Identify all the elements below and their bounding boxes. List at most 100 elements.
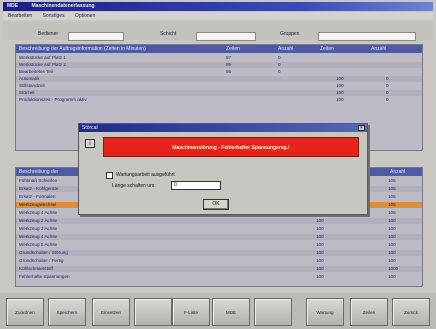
dialog-title: Störcal	[79, 124, 367, 132]
length-input[interactable]: 0	[171, 181, 221, 190]
table-row[interactable]: Bearbeitetes Teil 56 0	[16, 69, 422, 75]
table-row[interactable]: Störzeit 100 0	[16, 90, 422, 96]
table-cell: Grundschalter / Störung	[19, 250, 68, 255]
menu-item-bearbeiten[interactable]: Bearbeiten	[8, 13, 32, 19]
table-cell: 100	[316, 234, 324, 239]
table-cell: 0	[278, 55, 281, 60]
function-button-2[interactable]: Speichern	[48, 298, 86, 326]
table-cell: Grundschalter / Fertig	[19, 258, 64, 263]
table-cell: 0	[278, 62, 281, 67]
function-button-7[interactable]	[254, 298, 292, 326]
table-cell: Werkstücke auf Platz 1	[19, 55, 66, 60]
table-cell: 100	[316, 218, 324, 223]
table-row[interactable]: Werkzeug 3 Achse 100 100	[16, 226, 422, 232]
table-row[interactable]: Stillstandzeit 100 0	[16, 83, 422, 89]
table-row[interactable]: Werkzeug 5 Achse 100 100	[16, 242, 422, 248]
table-row[interactable]: Produktionszeit - Programm aktiv 100 0	[16, 97, 422, 103]
table-cell: 100	[388, 234, 396, 239]
table-row[interactable]: Automatik 100 0	[16, 76, 422, 82]
table-row[interactable]: Werkstücke auf Platz 1 97 0	[16, 55, 422, 61]
table-cell: Bearbeitetes Teil	[19, 69, 53, 74]
filter-label-gruppen: Gruppen	[280, 31, 300, 37]
table-row[interactable]: Werkzeug 2 Achse 100 100	[16, 218, 422, 224]
window-title: Maschinendatenerfassung	[31, 3, 95, 9]
table-cell: 100	[388, 250, 396, 255]
gruppen-field[interactable]	[318, 32, 416, 41]
table-cell: 100	[316, 242, 324, 247]
function-button-8[interactable]: Wartung	[306, 298, 344, 326]
table-cell: Werkstücke auf Platz 2	[19, 62, 66, 67]
function-button-3[interactable]: Einsetzen	[92, 298, 130, 326]
table-cell: 100	[316, 266, 324, 271]
function-button-5[interactable]: F-Liste	[172, 298, 210, 326]
table-cell: Automatik	[19, 76, 40, 81]
table-cell: 105	[388, 186, 396, 191]
col-description: Beschreibung der Auftragsinformation (Ze…	[19, 46, 146, 52]
table-cell: 89	[226, 62, 232, 67]
table-cell: 100	[316, 274, 324, 279]
table-cell: 0	[386, 76, 389, 81]
table-cell: 105	[388, 202, 396, 207]
function-button-1[interactable]: Zuordnen	[6, 298, 44, 326]
table-cell: 100	[316, 258, 324, 263]
table-cell: 105	[388, 178, 396, 183]
col-zeiten-2: Zeiten	[320, 46, 334, 52]
col-anzahl-1: Anzahl	[278, 46, 294, 52]
length-label: Länge schalten um:	[112, 183, 156, 189]
col-zeiten-1: Zeiten	[226, 46, 240, 52]
function-button-6[interactable]: MDE	[212, 298, 250, 326]
table-cell: 105	[388, 194, 396, 199]
function-button-4[interactable]	[134, 298, 172, 326]
table-cell: 100	[336, 83, 344, 88]
table-cell: Werkzeugwechsel	[19, 202, 57, 207]
table-cell: 100	[316, 226, 324, 231]
table-header: Beschreibung der Auftragsinformation (Ze…	[16, 45, 422, 53]
filter-label-bediener: Bediener	[38, 31, 59, 37]
table-cell: 100	[336, 97, 344, 102]
table-cell: 100	[336, 90, 344, 95]
fault-dialog: Störcal × i Maschinenstörung - Fehlerhaf…	[78, 123, 368, 215]
schicht-field[interactable]	[196, 32, 256, 41]
close-icon[interactable]: ×	[358, 125, 365, 131]
table-row[interactable]: Werkstücke auf Platz 2 89 0	[16, 62, 422, 68]
table-row[interactable]: Werkzeug 4 Achse 100 100	[16, 234, 422, 240]
ok-button[interactable]: OK	[203, 199, 229, 210]
menu-bar: Bearbeiten Sonstiges Optionen	[3, 12, 433, 20]
table-cell: 100	[388, 226, 396, 231]
function-button-10[interactable]: Zurück	[392, 298, 430, 326]
menu-item-optionen[interactable]: Optionen	[75, 13, 95, 19]
table-cell: 100	[388, 218, 396, 223]
col-description: Beschreibung der	[19, 169, 59, 175]
table-cell: 106	[388, 210, 396, 215]
table-cell: Werkzeug 5 Achse	[19, 242, 58, 247]
table-cell: 0	[386, 90, 389, 95]
table-cell: Fehlerhafte Spannungen	[19, 274, 70, 279]
table-row[interactable]: Fehlerhafte Spannungen 100 100	[16, 274, 422, 280]
table-cell: 56	[226, 69, 232, 74]
col-anzahl-2: Anzahl	[371, 46, 387, 52]
maintenance-checkbox-label: Wartungsarbeit ausgeführt	[116, 172, 175, 178]
table-cell: Ersatz - Kühlgeräte	[19, 186, 59, 191]
table-cell: 97	[226, 55, 232, 60]
table-row[interactable]: Grundschalter / Störung 100 100	[16, 250, 422, 256]
table-cell: Produktionszeit - Programm aktiv	[19, 97, 87, 102]
table-row[interactable]: Grundschalter / Fertig 100 100	[16, 258, 422, 264]
table-cell: 100	[388, 274, 396, 279]
menu-item-sonstiges[interactable]: Sonstiges	[43, 13, 65, 19]
table-cell: 100	[316, 250, 324, 255]
table-cell: Ersatz - Formalen	[19, 194, 56, 199]
bediener-field[interactable]	[68, 32, 124, 41]
table-cell: Stillstandzeit	[19, 83, 45, 88]
table-cell: 100	[336, 76, 344, 81]
function-button-9[interactable]: Zeilen	[350, 298, 388, 326]
table-cell: Kühlschmierstoff	[19, 266, 53, 271]
table-cell: 0	[386, 97, 389, 102]
table-row[interactable]: Kühlschmierstoff 100 1000	[16, 266, 422, 272]
table-cell: Werkzeug 4 Achse	[19, 234, 58, 239]
table-cell: Werkzeug 4 Achse	[19, 210, 58, 215]
app-name: MDE	[7, 3, 19, 9]
table-cell: 1000	[388, 266, 399, 271]
table-cell: 0	[386, 83, 389, 88]
maintenance-checkbox[interactable]	[106, 172, 113, 179]
title-bar: MDE Maschinendatenerfassung	[3, 2, 433, 11]
